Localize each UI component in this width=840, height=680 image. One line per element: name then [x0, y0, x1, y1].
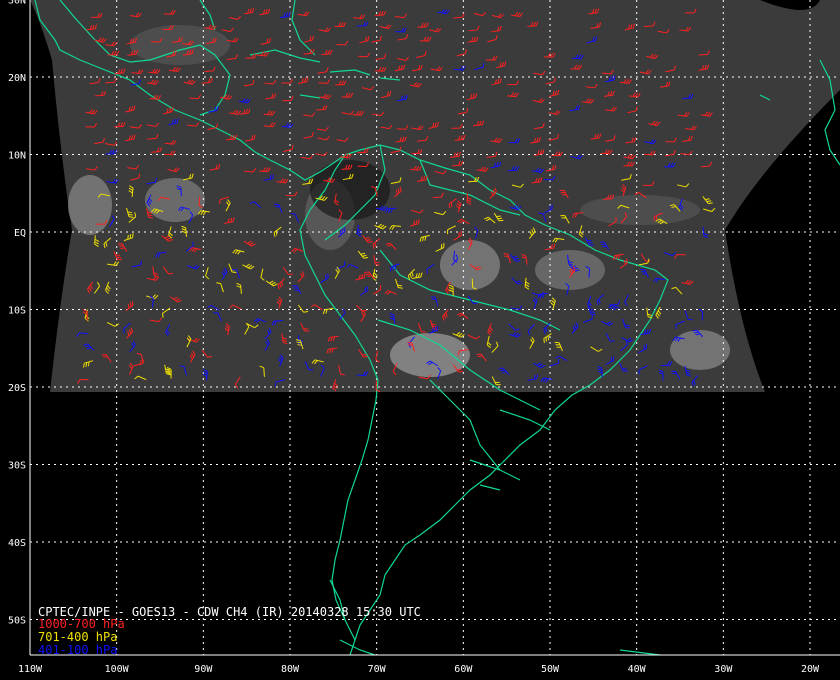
longitude-label: 40W [628, 664, 647, 675]
longitude-label: 20W [801, 664, 820, 675]
satellite-image [30, 0, 840, 392]
latitude-label: 30N [8, 0, 26, 7]
longitude-label: 70W [368, 664, 387, 675]
latitude-label: 50S [8, 616, 26, 627]
latitude-label: 30S [8, 461, 26, 472]
longitude-label: 50W [541, 664, 560, 675]
longitude-label: 80W [281, 664, 300, 675]
latitude-label: 10N [8, 151, 26, 162]
longitude-label: 30W [714, 664, 733, 675]
latitude-label: 10S [8, 306, 26, 317]
latitude-label: 20S [8, 383, 26, 394]
legend-high-level: 401-100 hPa [38, 643, 118, 657]
longitude-label: 100W [105, 664, 130, 675]
longitude-label: 110W [18, 664, 43, 675]
longitude-label: 90W [194, 664, 213, 675]
latitude-label: 20N [8, 73, 26, 84]
longitude-label: 60W [454, 664, 473, 675]
legend-low-level: 1000-700 hPa [38, 617, 125, 631]
latitude-label: 40S [8, 538, 26, 549]
legend-mid-level: 701-400 hPa [38, 630, 118, 644]
latitude-label: EQ [14, 228, 26, 239]
wind-map: 30N 20N 10N EQ 10S 20S 30S 40S 50S 110W 100W 90W 80… [0, 0, 840, 680]
